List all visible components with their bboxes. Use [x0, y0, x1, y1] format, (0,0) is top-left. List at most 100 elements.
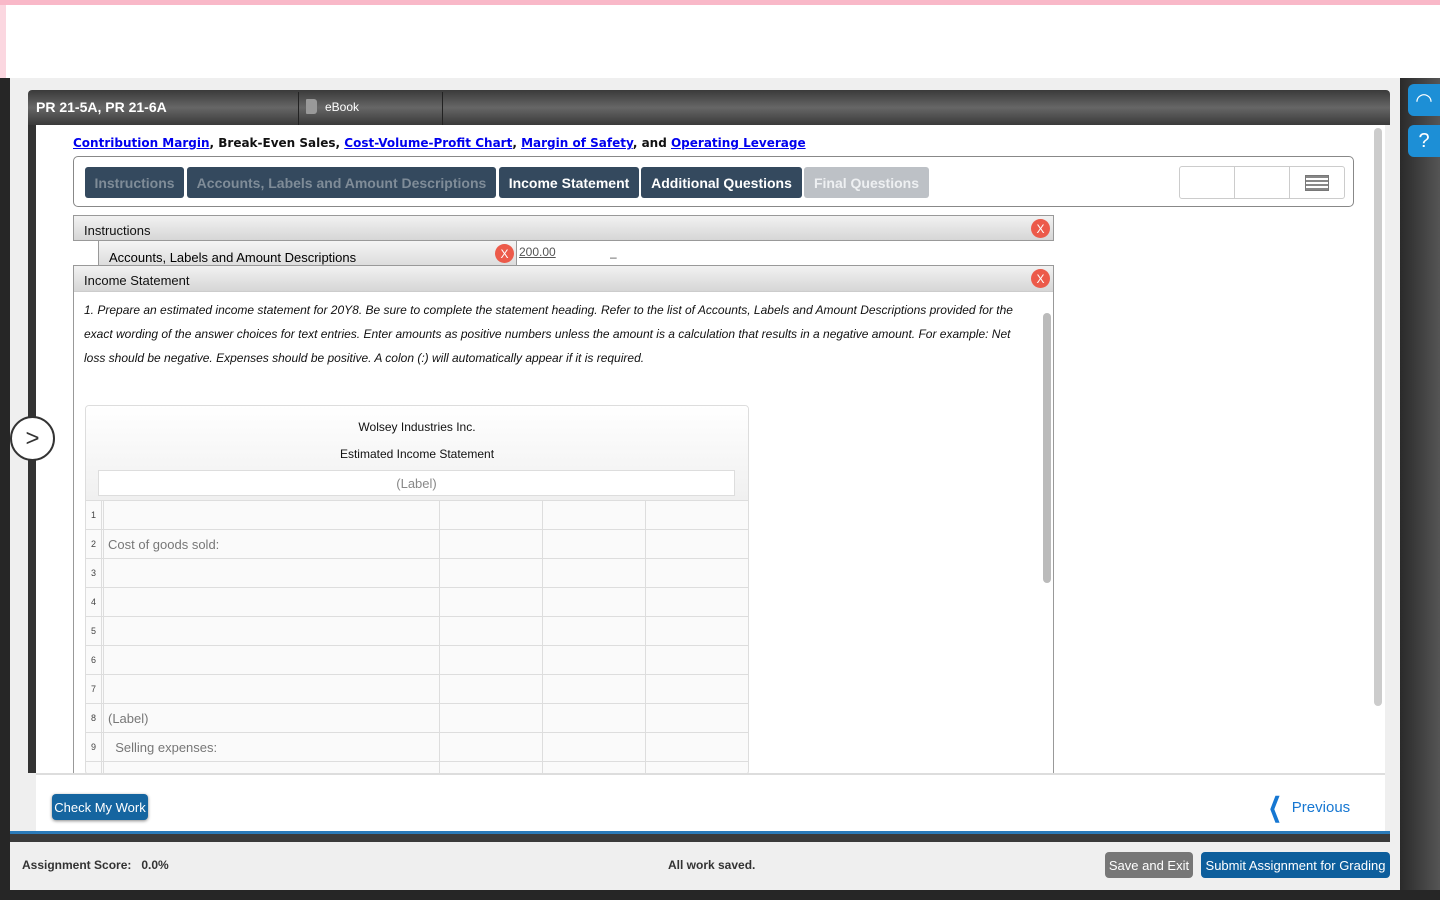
- tab-accounts-labels[interactable]: Accounts, Labels and Amount Descriptions: [187, 167, 496, 198]
- label-cell[interactable]: (Label): [104, 704, 440, 732]
- instructions-text: 1. Prepare an estimated income statement…: [84, 303, 1013, 365]
- amount-cell[interactable]: [543, 617, 646, 645]
- label-cell[interactable]: [104, 617, 440, 645]
- amount-cell[interactable]: [543, 704, 646, 732]
- amount-cell[interactable]: [646, 588, 748, 616]
- statement-heading: Wolsey Industries Inc. Estimated Income …: [86, 406, 748, 500]
- amount-cell[interactable]: [543, 675, 646, 703]
- row-number: 9: [86, 733, 104, 761]
- amount-cell[interactable]: [543, 588, 646, 616]
- amount-cell[interactable]: [440, 704, 543, 732]
- ebook-label: eBook: [325, 99, 360, 114]
- amount-cell[interactable]: [646, 704, 748, 732]
- table-row: 2 Cost of goods sold:: [86, 529, 748, 558]
- amount-cell[interactable]: [440, 733, 543, 761]
- amount-cell[interactable]: [440, 559, 543, 587]
- previous-button[interactable]: ❮ Previous: [1264, 792, 1350, 823]
- amount-cell[interactable]: [646, 675, 748, 703]
- amount-cell[interactable]: [543, 559, 646, 587]
- amount-cell[interactable]: [646, 559, 748, 587]
- table-row: 6: [86, 645, 748, 674]
- score-label: Assignment Score:: [22, 858, 132, 872]
- link-margin-of-safety[interactable]: Margin of Safety: [521, 136, 633, 150]
- divider: [10, 831, 1390, 842]
- tool-button[interactable]: [1235, 167, 1290, 198]
- label-cell[interactable]: Selling expenses:: [104, 733, 440, 761]
- tab-income-statement[interactable]: Income Statement: [499, 167, 639, 198]
- amount-dash: –: [610, 250, 617, 264]
- amount-value: 200.00: [519, 245, 556, 259]
- amount-cell[interactable]: [543, 530, 646, 558]
- question-icon[interactable]: ?: [1408, 125, 1440, 157]
- amount-cell[interactable]: [440, 530, 543, 558]
- table-row: 8 (Label): [86, 703, 748, 732]
- row-number: 5: [86, 617, 104, 645]
- table-row: 4: [86, 587, 748, 616]
- instructions-panel-header[interactable]: Instructions: [73, 215, 1054, 241]
- amount-cell[interactable]: [543, 646, 646, 674]
- row-number: 3: [86, 559, 104, 587]
- date-label-dropdown[interactable]: (Label): [98, 470, 735, 496]
- table-row: 9 Selling expenses:: [86, 732, 748, 761]
- check-my-work-button[interactable]: Check My Work: [52, 794, 148, 820]
- label-cell[interactable]: [104, 501, 440, 529]
- label-cell[interactable]: Cost of goods sold:: [104, 530, 440, 558]
- label-cell[interactable]: [104, 675, 440, 703]
- amount-cell[interactable]: [646, 733, 748, 761]
- amount-cell[interactable]: [440, 588, 543, 616]
- previous-label: Previous: [1291, 799, 1351, 816]
- table-row: 7: [86, 674, 748, 703]
- close-icon[interactable]: X: [1031, 269, 1050, 288]
- problem-title: PR 21-5A, PR 21-6A: [36, 99, 167, 115]
- menu-button[interactable]: [1290, 167, 1344, 198]
- score-value: 0.0%: [141, 858, 169, 872]
- table-row: 5: [86, 616, 748, 645]
- chevron-right-icon[interactable]: >: [10, 416, 55, 461]
- close-icon[interactable]: X: [495, 244, 514, 263]
- label-cell[interactable]: [104, 646, 440, 674]
- amount-cell[interactable]: [543, 733, 646, 761]
- amount-cell[interactable]: [440, 675, 543, 703]
- link-operating-leverage[interactable]: Operating Leverage: [671, 136, 806, 150]
- tab-final-questions[interactable]: Final Questions: [804, 167, 929, 198]
- ebook-link[interactable]: eBook: [306, 99, 359, 114]
- problem-header: [28, 90, 1390, 125]
- amount-cell[interactable]: [440, 646, 543, 674]
- topic-text: ,: [512, 136, 522, 150]
- panel-scrollbar[interactable]: [1043, 313, 1051, 583]
- list-icon: [1305, 174, 1329, 191]
- left-border: [0, 78, 10, 900]
- amount-cell[interactable]: [440, 617, 543, 645]
- amount-cell[interactable]: [646, 530, 748, 558]
- assignment-score: Assignment Score: 0.0%: [22, 858, 169, 872]
- amount-cell[interactable]: [646, 501, 748, 529]
- table-row: 3: [86, 558, 748, 587]
- tab-instructions[interactable]: Instructions: [85, 167, 184, 198]
- amount-cell[interactable]: [646, 646, 748, 674]
- label-cell[interactable]: [104, 588, 440, 616]
- label-cell[interactable]: [104, 559, 440, 587]
- divider: [442, 92, 443, 125]
- income-statement-panel-header[interactable]: Income Statement: [74, 266, 1053, 292]
- close-icon[interactable]: X: [1031, 219, 1050, 238]
- topic-text: , Break-Even Sales,: [209, 136, 345, 150]
- submit-assignment-button[interactable]: Submit Assignment for Grading: [1201, 852, 1390, 878]
- row-number: 1: [86, 501, 104, 529]
- headset-icon[interactable]: ◠: [1408, 84, 1440, 116]
- link-contribution-margin[interactable]: Contribution Margin: [73, 136, 210, 150]
- table-row: 1: [86, 500, 748, 529]
- action-bar: [36, 773, 1385, 831]
- tool-button[interactable]: [1180, 167, 1235, 198]
- divider: [298, 92, 299, 125]
- content-scrollbar[interactable]: [1374, 128, 1382, 706]
- amount-cell[interactable]: [646, 617, 748, 645]
- tab-additional-questions[interactable]: Additional Questions: [641, 167, 802, 198]
- accounts-panel-header[interactable]: Accounts, Labels and Amount Descriptions: [98, 240, 517, 266]
- amount-cell[interactable]: [543, 501, 646, 529]
- row-number: 8: [86, 704, 104, 732]
- bottom-border: [0, 890, 1440, 900]
- save-and-exit-button[interactable]: Save and Exit: [1105, 852, 1193, 878]
- amount-cell[interactable]: [440, 501, 543, 529]
- link-cvp-chart[interactable]: Cost-Volume-Profit Chart: [344, 136, 512, 150]
- row-number: 7: [86, 675, 104, 703]
